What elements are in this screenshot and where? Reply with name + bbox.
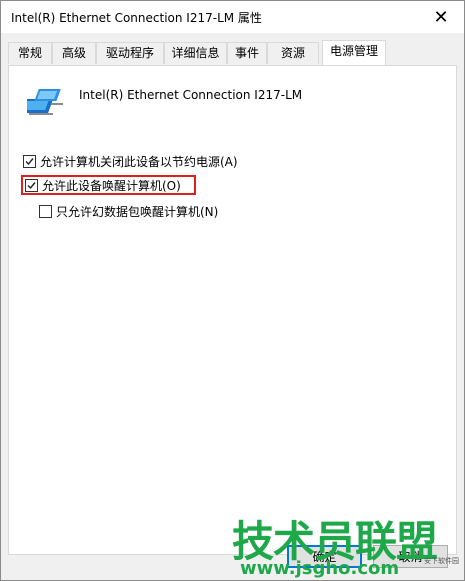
close-icon: ✕ [433,6,449,28]
device-name: Intel(R) Ethernet Connection I217-LM [79,88,303,102]
cancel-button[interactable]: 取消 [373,545,448,568]
network-adapter-icon [18,83,67,119]
allow-turn-off-checkbox[interactable]: 允许计算机关闭此设备以节约电源(A) [23,152,238,170]
power-management-panel: Intel(R) Ethernet Connection I217-LM 允许计… [8,65,457,555]
allow-wake-label: 允许此设备唤醒计算机(O) [42,178,181,193]
allow-turn-off-label: 允许计算机关闭此设备以节约电源(A) [40,154,238,169]
checkbox-checked-icon [25,178,38,192]
tab-power-management[interactable]: 电源管理 [322,40,386,65]
properties-dialog: Intel(R) Ethernet Connection I217-LM 属性 … [0,0,465,581]
window-title: Intel(R) Ethernet Connection I217-LM 属性 [11,11,262,25]
tab-advanced[interactable]: 高级 [52,42,96,64]
magic-packet-label: 只允许幻数据包唤醒计算机(N) [56,204,219,219]
magic-packet-checkbox[interactable]: 只允许幻数据包唤醒计算机(N) [39,202,218,220]
tab-details[interactable]: 详细信息 [164,42,227,64]
tab-strip: 常规 高级 驱动程序 详细信息 事件 资源 电源管理 [8,40,458,65]
tab-general[interactable]: 常规 [8,42,52,64]
close-button[interactable]: ✕ [418,1,464,33]
tab-events[interactable]: 事件 [227,42,267,64]
tab-driver[interactable]: 驱动程序 [96,42,164,64]
checkbox-unchecked-icon [39,204,52,218]
allow-wake-checkbox[interactable]: 允许此设备唤醒计算机(O) [25,176,181,194]
title-bar: Intel(R) Ethernet Connection I217-LM 属性 … [1,1,464,33]
checkbox-checked-icon [23,154,36,168]
ok-button[interactable]: 确定 [287,545,362,568]
tab-resources[interactable]: 资源 [267,42,319,64]
